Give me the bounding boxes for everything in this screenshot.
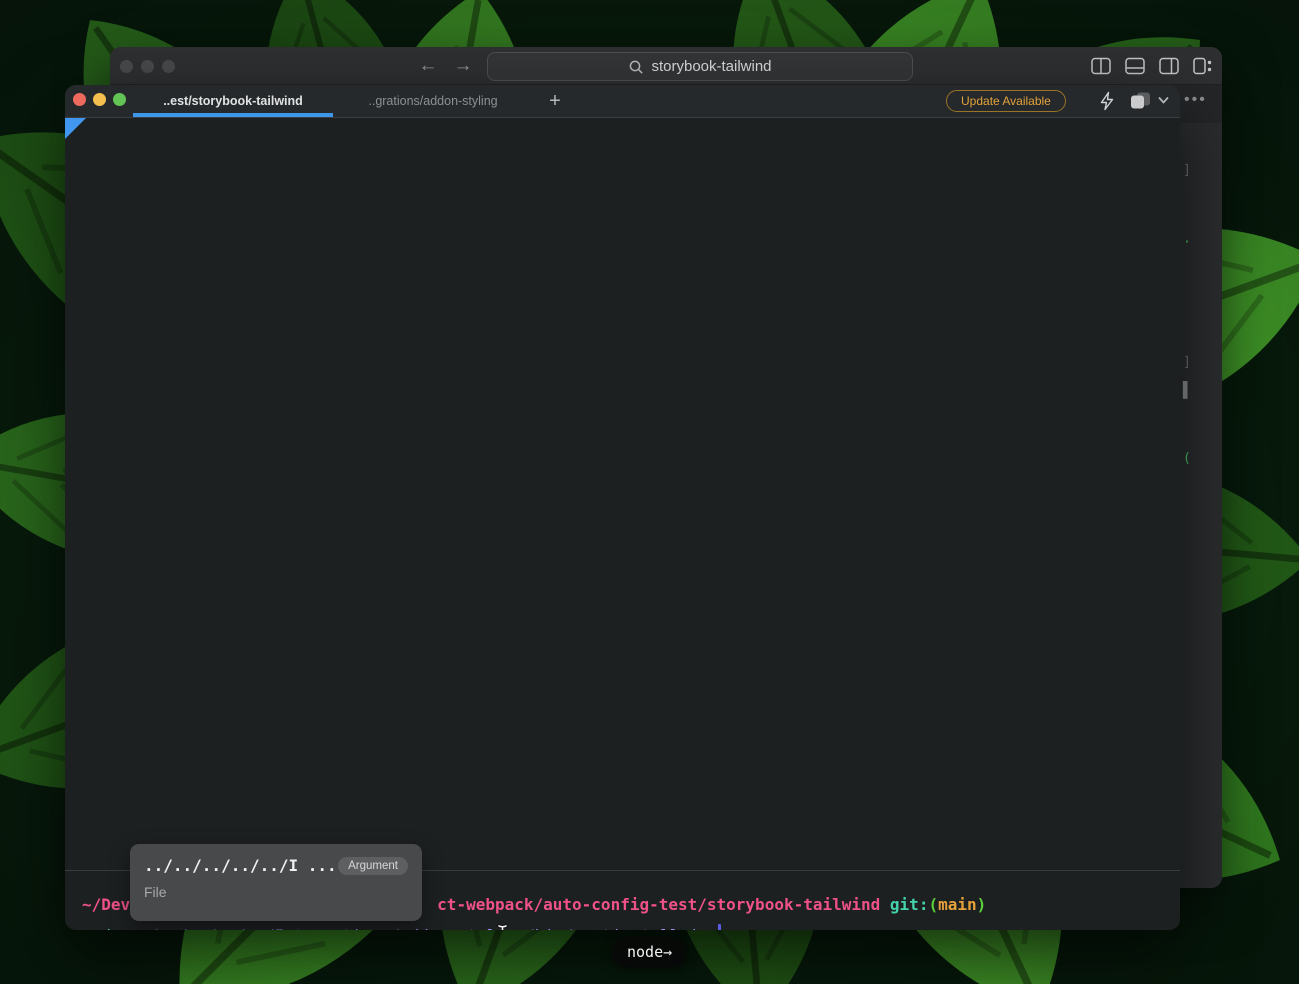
forward-button[interactable]: → — [450, 53, 476, 79]
inactive-zoom-button[interactable] — [162, 60, 175, 73]
new-tab-button[interactable]: + — [543, 89, 567, 113]
prompt-paren-open: ( — [928, 895, 938, 914]
ibeam-mouse-cursor — [495, 924, 510, 930]
prompt-path-left: ~/Dev — [82, 895, 130, 914]
tab-label: ..grations/addon-styling — [368, 94, 497, 108]
tooltip-path: ../../../../../I ... — [144, 856, 337, 875]
inactive-traffic-lights — [120, 60, 175, 73]
search-icon — [628, 59, 644, 75]
command-argument: ../../../../../Integrations/addon-stylin… — [121, 926, 709, 930]
zoom-button[interactable] — [113, 93, 126, 106]
toolbar-layout-icons — [1090, 55, 1213, 76]
tab-addon-styling[interactable]: ..grations/addon-styling — [333, 85, 533, 117]
terminal-tabbar: ..est/storybook-tailwind ..grations/addo… — [65, 85, 1180, 117]
floating-command-pill[interactable]: node→ — [612, 937, 687, 967]
tab-storybook-tailwind[interactable]: ..est/storybook-tailwind — [133, 85, 333, 117]
bookmark-corner-triangle — [65, 118, 86, 139]
tab-label: ..est/storybook-tailwind — [163, 94, 303, 108]
prompt-git-branch: main — [938, 895, 977, 914]
lightning-icon[interactable] — [1097, 91, 1117, 111]
inactive-minimize-button[interactable] — [141, 60, 154, 73]
sliver-glyph: ] — [1183, 163, 1191, 178]
terminal-window: ..est/storybook-tailwind ..grations/addo… — [65, 85, 1180, 930]
prompt-path-right: ct-webpack/auto-config-test/storybook-ta… — [437, 895, 880, 914]
close-button[interactable] — [73, 93, 86, 106]
autocomplete-tooltip: ../../../../../I ... Argument File — [130, 844, 422, 921]
split-columns-icon[interactable] — [1090, 55, 1111, 76]
sliver-cursor-block: ▌ — [1183, 381, 1192, 399]
minimize-button[interactable] — [93, 93, 106, 106]
sliver-glyph: ] — [1183, 355, 1191, 370]
traffic-lights — [73, 93, 126, 106]
prompt-paren-close: ) — [977, 895, 987, 914]
more-options-icon[interactable]: ••• — [1184, 95, 1207, 105]
update-available-button[interactable]: Update Available — [946, 90, 1066, 112]
search-value: storybook-tailwind — [651, 58, 771, 75]
layout-grid-icon[interactable] — [1192, 55, 1213, 76]
sliver-glyph: · — [1183, 235, 1191, 250]
browser-toolbar: ← → storybook-tailwind — [110, 47, 1222, 85]
prompt-git-label: git: — [880, 895, 928, 914]
tooltip-file-label: File — [144, 884, 408, 900]
desktop: ← → storybook-tailwind — [0, 0, 1299, 984]
tooltip-argument-badge: Argument — [338, 857, 408, 875]
back-button[interactable]: ← — [415, 53, 441, 79]
split-right-icon[interactable] — [1158, 55, 1179, 76]
split-bottom-icon[interactable] — [1124, 55, 1145, 76]
chevron-down-icon[interactable] — [1157, 95, 1170, 105]
sliver-glyph: ( — [1183, 451, 1191, 466]
inactive-close-button[interactable] — [120, 60, 133, 73]
panes-icon[interactable] — [1129, 91, 1153, 111]
text-caret — [718, 924, 721, 930]
terminal-pane[interactable]: ~/Dev ct-webpack/auto-config-test/storybo… — [65, 117, 1180, 930]
command-program: node — [82, 926, 121, 930]
command-input-line[interactable]: node ../../../../../Integrations/addon-s… — [82, 925, 708, 930]
search-address-field[interactable]: storybook-tailwind — [487, 52, 913, 81]
